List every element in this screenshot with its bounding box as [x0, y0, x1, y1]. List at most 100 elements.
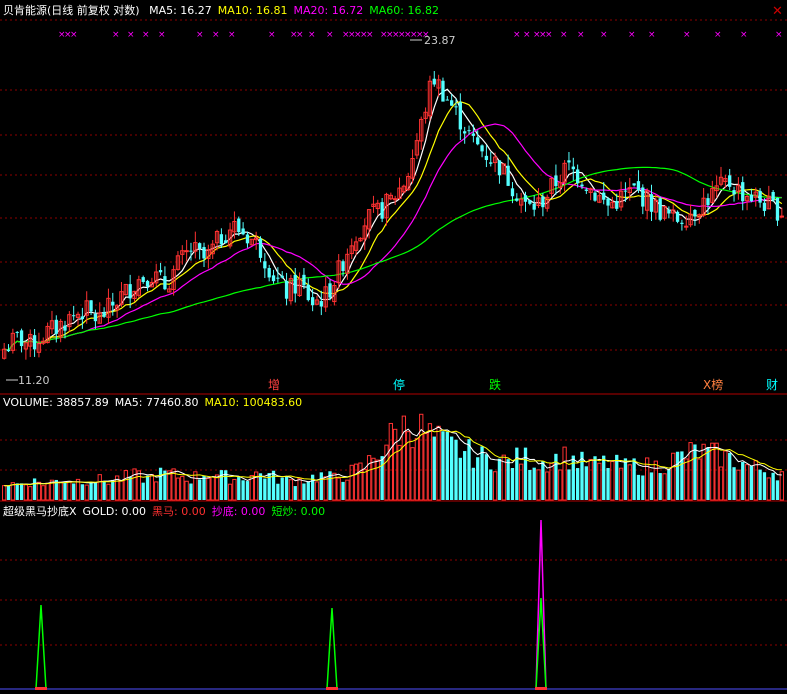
- volume-bar: [2, 485, 7, 501]
- volume-bar: [545, 471, 550, 501]
- candle-body: [284, 280, 289, 299]
- event-badge: X榜: [703, 377, 723, 392]
- volume-bar: [314, 481, 320, 501]
- candle-body: [224, 240, 228, 244]
- volume-bar: [158, 467, 163, 500]
- volume-bar: [662, 473, 667, 501]
- close-icon[interactable]: ✕: [772, 4, 783, 19]
- ma-value: MA60: 16.82: [369, 4, 439, 17]
- candle-body: [380, 202, 384, 219]
- volume-bar: [749, 466, 754, 500]
- candle-body: [6, 349, 11, 352]
- volume-bar: [23, 484, 29, 501]
- volume-bar: [489, 469, 493, 500]
- signal-marker: ×: [70, 30, 78, 40]
- volume-bar: [441, 431, 445, 500]
- volume-bar: [175, 477, 181, 501]
- candle-body: [341, 261, 345, 272]
- volume-bar: [649, 472, 654, 500]
- candle-body: [510, 188, 515, 197]
- volume-bar: [714, 442, 719, 501]
- volume-bar: [410, 447, 415, 501]
- volume-bar: [210, 476, 215, 501]
- volume-bar: [632, 458, 636, 500]
- event-badge: 增: [268, 378, 280, 392]
- stock-chart: ××× × × × × × × × × ×× × × ××××× ×××××××× × × ××× × × × × × × ×…: [0, 3, 787, 690]
- indicator-label: VOLUME: 38857.89: [3, 396, 109, 409]
- volume-bar: [202, 476, 206, 500]
- candle-body: [571, 166, 575, 170]
- volume-bar: [63, 482, 67, 500]
- volume-bar: [597, 462, 602, 501]
- high-price-label: 23.87: [424, 34, 456, 47]
- volume-bar: [258, 473, 263, 500]
- candle-body: [237, 218, 241, 233]
- volume-bar: [388, 422, 393, 501]
- volume-bar: [67, 480, 72, 501]
- volume-bar: [93, 482, 98, 500]
- volume-bar: [562, 446, 567, 501]
- volume-bar: [349, 464, 354, 501]
- volume-bar: [588, 458, 593, 501]
- volume-bar: [15, 483, 19, 500]
- indicator-label: MA5: 77460.80: [115, 396, 199, 409]
- volume-bar: [549, 462, 554, 501]
- low-price-label: 11.20: [18, 374, 50, 387]
- candle-body: [72, 315, 76, 317]
- volume-bar: [206, 477, 211, 501]
- candle-body: [393, 198, 398, 201]
- volume-bar: [345, 479, 350, 501]
- volume-bar: [575, 468, 580, 500]
- signal-marker: ×: [600, 30, 608, 40]
- candle-body: [293, 274, 297, 294]
- signal-marker: ×: [228, 30, 236, 40]
- volume-bar: [276, 483, 280, 500]
- signal-dot: [35, 687, 47, 690]
- signal-marker: ×: [196, 30, 204, 40]
- candle-body: [432, 78, 436, 85]
- candle-body: [532, 203, 536, 210]
- volume-bar: [675, 451, 680, 500]
- event-badge: 跌: [489, 377, 501, 392]
- signal-dot: [535, 687, 547, 690]
- volume-bar: [306, 481, 310, 500]
- candle-body: [306, 284, 310, 301]
- volume-bar: [658, 473, 662, 500]
- ma60-line: [4, 166, 782, 351]
- candle-body: [728, 175, 732, 187]
- volume-bar: [341, 481, 345, 500]
- volume-bar: [36, 481, 42, 501]
- signal-dot: [326, 687, 338, 690]
- volume-bar: [397, 444, 402, 501]
- event-badge: 停: [393, 377, 405, 392]
- volume-bar: [723, 450, 728, 501]
- volume-bar: [476, 457, 480, 500]
- volume-bar: [119, 480, 124, 501]
- volume-bar: [111, 479, 115, 500]
- volume-bar: [72, 483, 76, 500]
- signal-marker: ×: [127, 30, 135, 40]
- candle-body: [497, 160, 502, 176]
- candle-body: [102, 312, 106, 317]
- volume-bar: [728, 452, 732, 500]
- volume-bar: [558, 469, 563, 501]
- moving-average-lines: [4, 88, 783, 351]
- candle-body: [328, 283, 332, 298]
- period-label: (日线 前复权 对数): [47, 3, 143, 17]
- candle-body: [749, 194, 754, 202]
- volume-bar: [336, 477, 341, 501]
- volume-bar: [154, 481, 159, 501]
- candle-body: [623, 190, 628, 192]
- candle-body: [202, 247, 206, 259]
- volume-bar: [436, 425, 441, 501]
- candle-body: [271, 275, 276, 282]
- volume-bar: [718, 466, 724, 501]
- volume-bar: [41, 485, 46, 501]
- volume-bar: [497, 458, 502, 500]
- candle-body: [528, 199, 532, 204]
- volume-bar: [102, 481, 106, 500]
- volume-bar: [758, 469, 762, 500]
- candle-body: [575, 169, 580, 184]
- candle-body: [706, 198, 710, 206]
- candle-body: [606, 198, 610, 206]
